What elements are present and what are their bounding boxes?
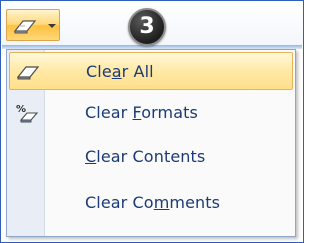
- eraser-icon: [13, 20, 37, 34]
- menu-item-label: Clear Formats: [85, 103, 198, 122]
- menu-item-clear-contents[interactable]: Clear Contents: [9, 138, 293, 176]
- clear-formats-icon: %: [16, 104, 39, 123]
- chevron-down-icon[interactable]: [48, 24, 56, 28]
- eraser-icon: [16, 66, 40, 80]
- menu-item-clear-comments[interactable]: Clear Comments: [9, 184, 293, 222]
- step-number-badge: 3: [128, 8, 166, 46]
- clear-dropdown-menu: Clear All % Clear Formats Clear Contents…: [6, 49, 296, 237]
- menu-item-clear-all[interactable]: Clear All: [9, 52, 293, 90]
- menu-item-clear-formats[interactable]: % Clear Formats: [9, 94, 293, 132]
- menu-item-label: Clear Comments: [85, 193, 221, 212]
- svg-text:%: %: [16, 104, 26, 115]
- menu-item-label: Clear All: [86, 62, 154, 81]
- clear-split-button[interactable]: [6, 9, 60, 41]
- menu-item-label: Clear Contents: [85, 147, 206, 166]
